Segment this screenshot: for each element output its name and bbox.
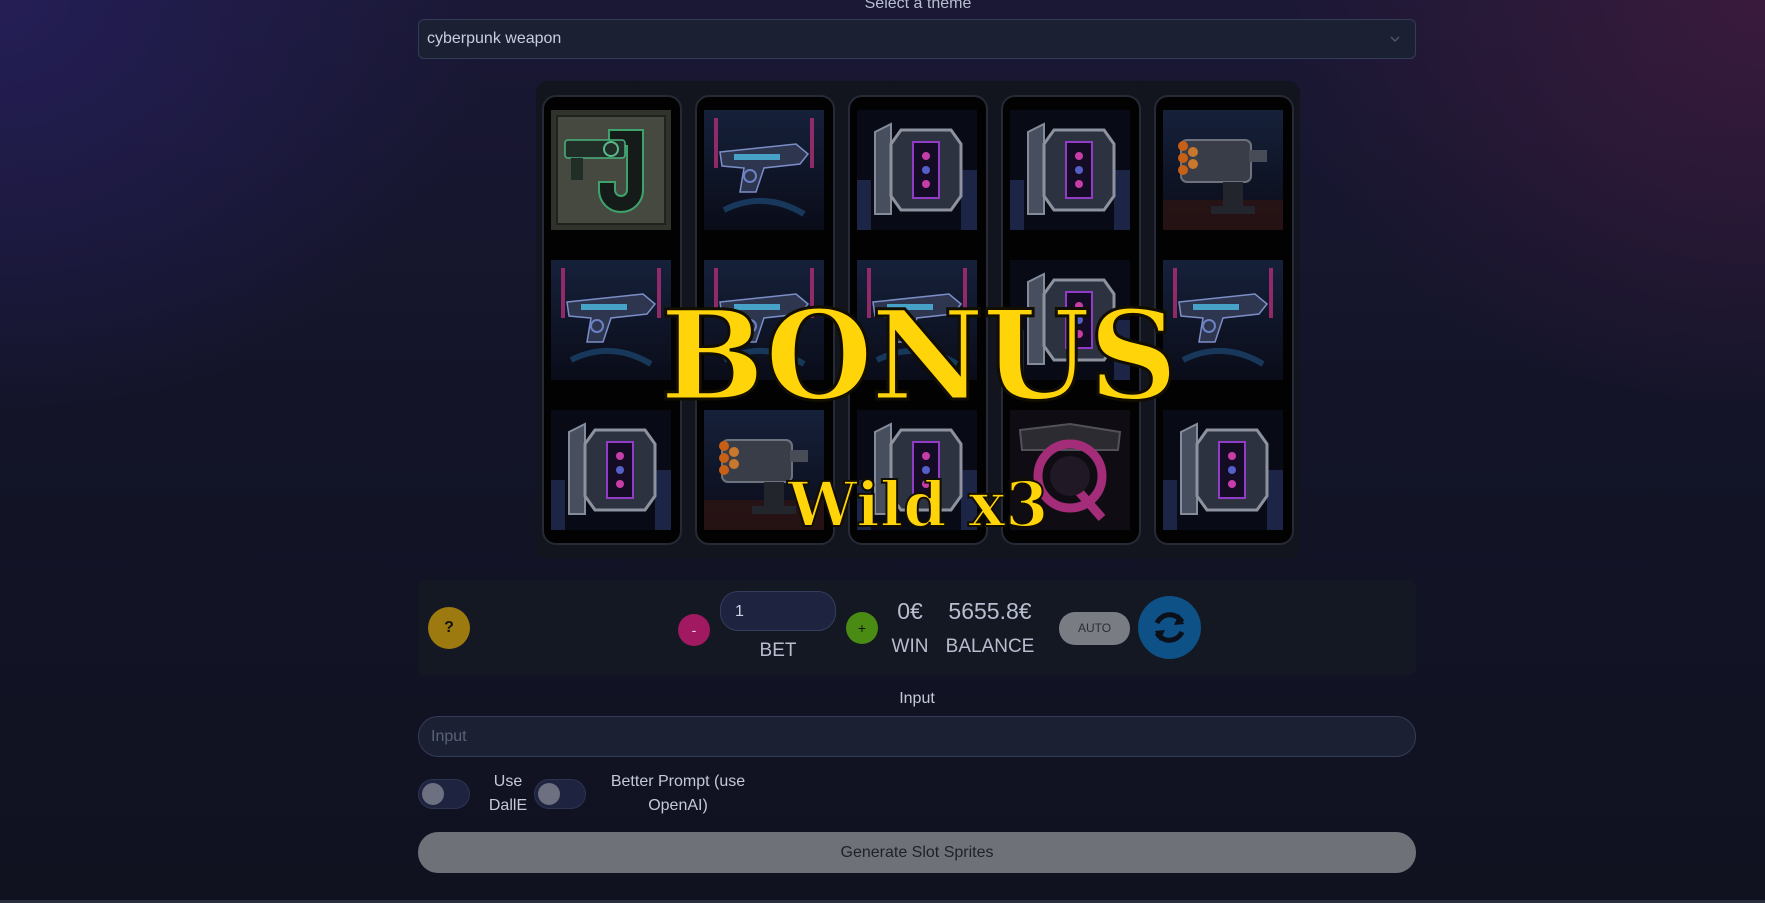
theme-select-value[interactable]: cyberpunk weapon [427, 30, 561, 48]
spin-button[interactable] [1138, 596, 1201, 659]
better-prompt-label-line1: Better Prompt (use [610, 773, 746, 790]
help-button[interactable]: ? [428, 607, 470, 649]
use-dalle-label: Use DallE [482, 770, 534, 818]
theme-select[interactable] [418, 19, 1416, 59]
reel-symbol-10-icon [857, 110, 977, 230]
generate-slot-sprites-button[interactable]: Generate Slot Sprites [418, 832, 1416, 873]
better-prompt-label-line2: OpenAI) [648, 797, 708, 814]
use-dalle-toggle[interactable] [418, 779, 470, 809]
balance-label: BALANCE [945, 636, 1035, 657]
auto-spin-button[interactable]: AUTO [1059, 612, 1130, 645]
better-prompt-toggle[interactable] [534, 779, 586, 809]
reel-symbol-pistol-icon [704, 110, 824, 230]
decrease-bet-button[interactable]: - [678, 614, 710, 646]
bonus-title: BONUS [658, 284, 1179, 429]
input-label: Input [899, 690, 935, 707]
theme-label: Select a theme [864, 0, 972, 12]
better-prompt-label: Better Prompt (use OpenAI) [598, 770, 758, 818]
increase-bet-button[interactable]: + [846, 612, 878, 644]
bonus-subtitle: Wild x3 [787, 468, 1050, 541]
toggle-knob [538, 783, 560, 805]
use-dalle-label-line2: DallE [488, 797, 528, 814]
chevron-down-icon[interactable] [1387, 31, 1403, 47]
prompt-input[interactable]: Input [418, 716, 1416, 757]
bet-label: BET [759, 640, 797, 661]
balance-value: 5655.8€ [948, 598, 1032, 624]
reel-symbol-10-icon [1010, 110, 1130, 230]
win-value: 0€ [897, 598, 923, 624]
reel-symbol-rocket-launcher-icon [1163, 110, 1283, 230]
control-bar [418, 580, 1416, 675]
toggle-knob [422, 783, 444, 805]
reel-symbol-J-icon [551, 110, 671, 230]
refresh-icon [1154, 612, 1185, 643]
use-dalle-label-line1: Use [493, 773, 523, 790]
bet-input[interactable]: 1 [720, 591, 836, 631]
